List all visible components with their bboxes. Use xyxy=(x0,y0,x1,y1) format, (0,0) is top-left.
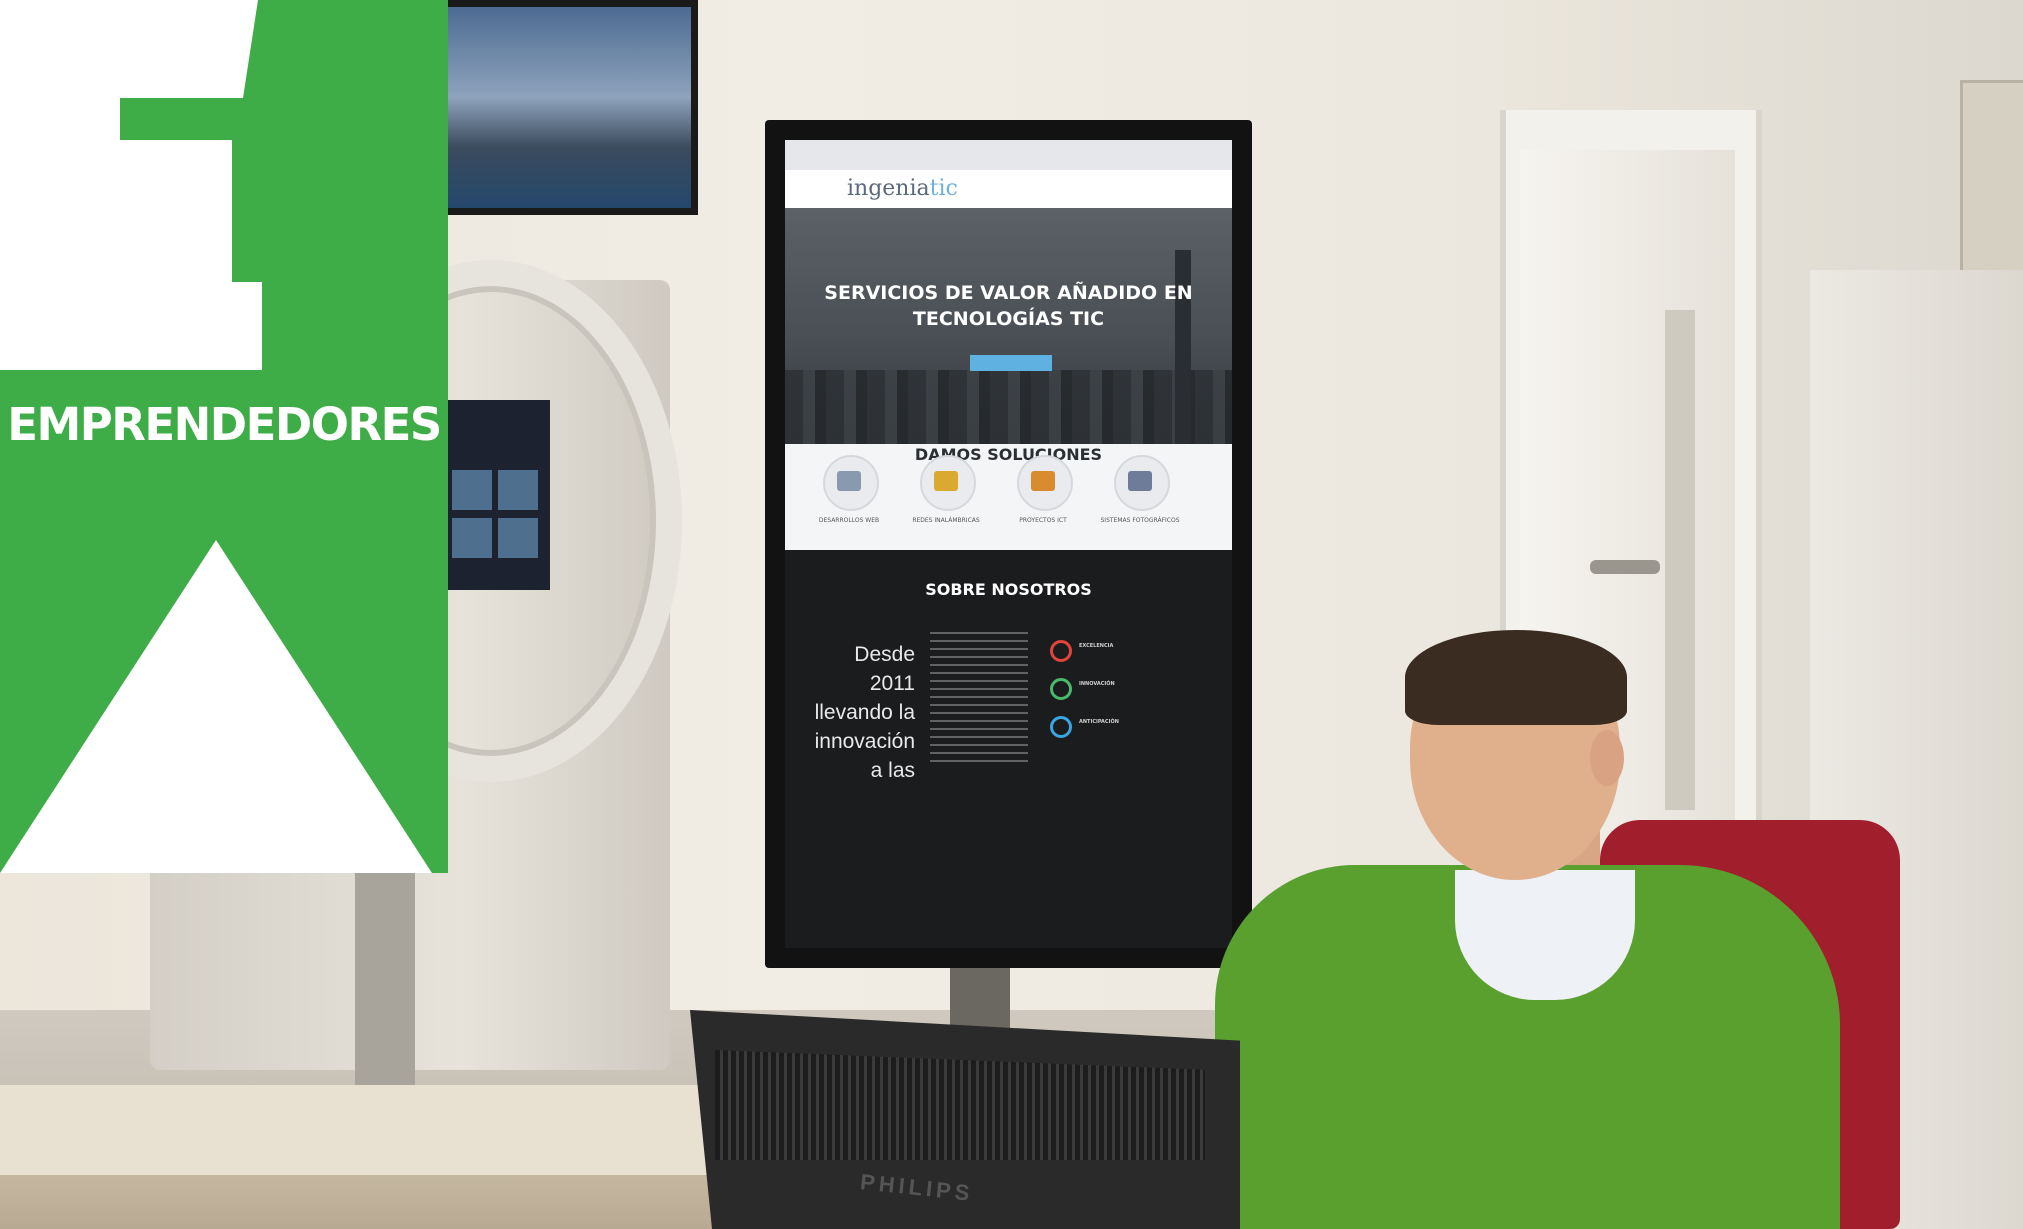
solution-label: REDES INALÁMBRICAS xyxy=(912,517,980,524)
wall-certificate xyxy=(1960,80,2023,286)
site-logo-accent: tic xyxy=(929,176,958,201)
about-paragraph xyxy=(930,632,1028,762)
solution-label: SISTEMAS FOTOGRÁFICOS xyxy=(1100,517,1180,524)
about-line: Desde xyxy=(854,643,915,666)
door-handle xyxy=(1590,560,1660,574)
about-line: llevando la xyxy=(814,701,915,724)
site-logo-main: ingenia xyxy=(847,176,930,201)
solution-label: DESARROLLOS WEB xyxy=(818,517,880,524)
about-lines: Desde 2011 llevando la innovación a las xyxy=(795,640,915,785)
kiosk-screen xyxy=(440,400,550,590)
desk-top xyxy=(0,1085,720,1175)
hero-skyline xyxy=(785,370,1232,444)
stat-label: INNOVACIÓN xyxy=(1079,681,1115,687)
door-glass xyxy=(1665,310,1695,810)
hero-button xyxy=(970,355,1052,371)
stat-label: EXCELENCIA xyxy=(1079,643,1114,649)
emprendedores-banner: EMPRENDEDORES xyxy=(0,0,448,873)
about-line: innovación xyxy=(814,730,915,753)
stat-label: ANTICIPACIÓN xyxy=(1079,719,1119,725)
solution-icon xyxy=(1114,455,1170,511)
stat-circle xyxy=(1050,640,1072,662)
about-line: a las xyxy=(870,759,915,782)
hero-title: SERVICIOS DE VALOR AÑADIDO EN TECNOLOGÍA… xyxy=(824,282,1193,330)
site-logo: ingeniatic xyxy=(847,176,958,201)
about-line: 2011 xyxy=(869,672,915,695)
framed-city-photo xyxy=(440,0,698,215)
person-hair xyxy=(1405,630,1627,725)
browser-chrome xyxy=(785,140,1232,171)
display-screen: ingeniatic SERVICIOS DE VALOR AÑADIDO EN… xyxy=(785,140,1232,948)
solution-icon xyxy=(1017,455,1073,511)
solution-label: PROYECTOS ICT xyxy=(1019,517,1067,524)
solution-icon xyxy=(823,455,879,511)
person-ear xyxy=(1590,730,1624,786)
solution-icon xyxy=(920,455,976,511)
banner-word: EMPRENDEDORES xyxy=(7,398,442,451)
letter-e-logo xyxy=(0,0,262,370)
triangle-logo xyxy=(0,540,432,873)
about-title: SOBRE NOSOTROS xyxy=(925,580,1092,599)
stat-circle xyxy=(1050,716,1072,738)
stat-circle xyxy=(1050,678,1072,700)
